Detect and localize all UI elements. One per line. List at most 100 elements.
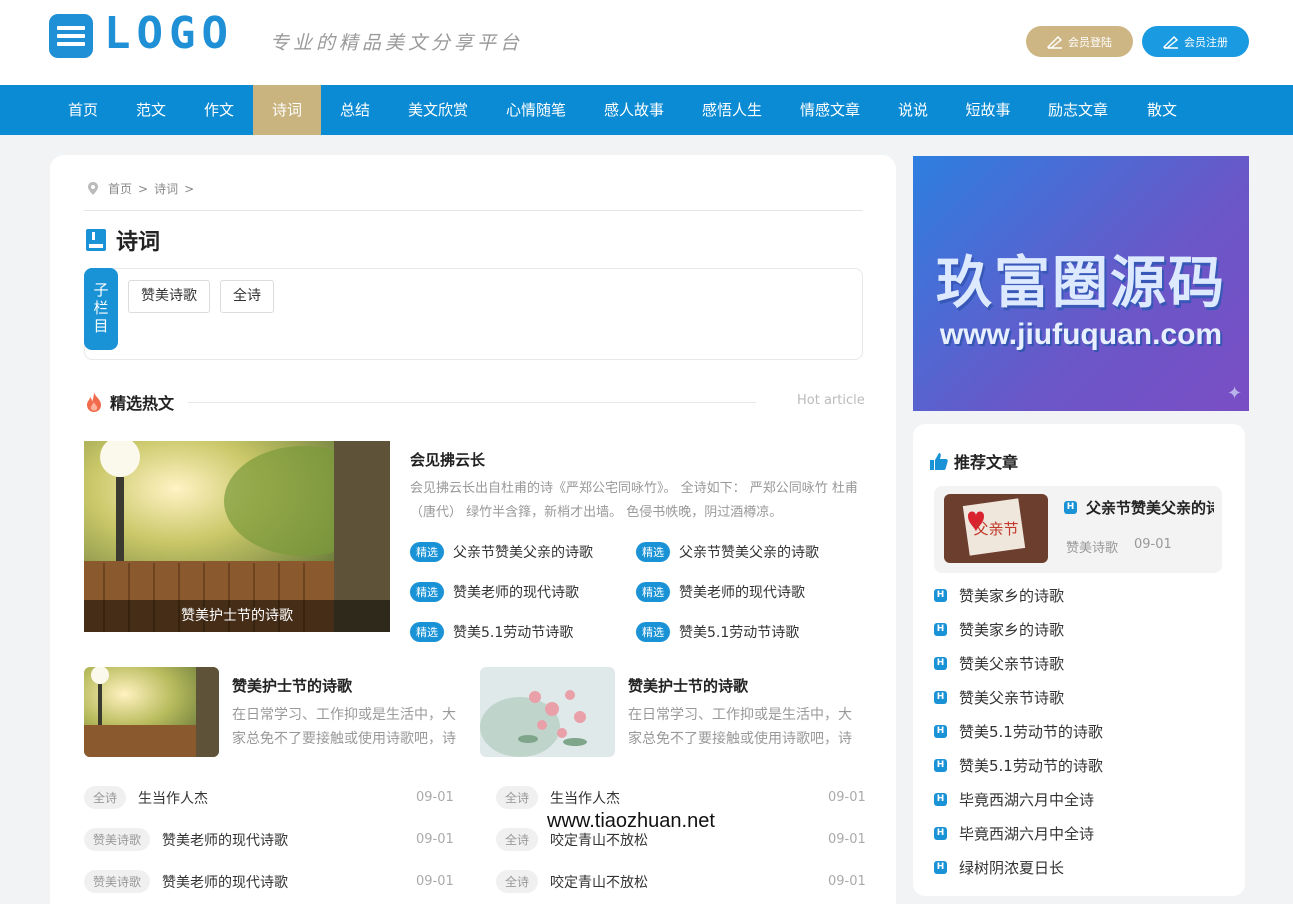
list-item-date: 09-01 bbox=[416, 874, 454, 889]
nav-item-shuoshuo[interactable]: 说说 bbox=[884, 85, 942, 135]
recommend-item-title: 赞美父亲节诗歌 bbox=[959, 655, 1065, 673]
hot-badge-icon: H bbox=[934, 793, 947, 806]
list-item-date: 09-01 bbox=[828, 790, 866, 805]
recommend-item[interactable]: H 赞美父亲节诗歌 bbox=[934, 653, 1064, 674]
pen-icon bbox=[1163, 35, 1179, 49]
nav-item-meiwen[interactable]: 美文欣赏 bbox=[398, 85, 478, 135]
recommend-item[interactable]: H 赞美家乡的诗歌 bbox=[934, 585, 1064, 606]
recommend-featured-image-text: 父亲节 bbox=[973, 520, 1018, 538]
recommend-item-title: 毕竟西湖六月中全诗 bbox=[959, 791, 1095, 809]
recommend-item-title: 赞美家乡的诗歌 bbox=[959, 621, 1065, 639]
mini-article-title[interactable]: 赞美护士节的诗歌 bbox=[232, 675, 352, 696]
recommend-item[interactable]: H 赞美5.1劳动节的诗歌 bbox=[934, 721, 1103, 742]
list-item-category[interactable]: 赞美诗歌 bbox=[84, 870, 151, 893]
list-item-category[interactable]: 全诗 bbox=[496, 786, 539, 809]
nav-item-shici[interactable]: 诗词 bbox=[253, 85, 321, 135]
ad-banner[interactable]: 玖富圈源码 www.jiufuquan.com bbox=[913, 156, 1249, 411]
recommend-item[interactable]: H 赞美父亲节诗歌 bbox=[934, 687, 1064, 708]
pick-title: 赞美5.1劳动节诗歌 bbox=[679, 625, 800, 641]
breadcrumb-home[interactable]: 首页 bbox=[108, 180, 132, 197]
nav-item-zongjie[interactable]: 总结 bbox=[326, 85, 384, 135]
nav-item-fanwen[interactable]: 范文 bbox=[122, 85, 180, 135]
nav-item-qinggan[interactable]: 情感文章 bbox=[790, 85, 870, 135]
recommend-featured-meta: 赞美诗歌 09-01 bbox=[1066, 537, 1172, 556]
breadcrumb-tail: > bbox=[184, 181, 195, 196]
list-item[interactable]: 全诗 生当作人杰 bbox=[496, 786, 620, 809]
recommend-item[interactable]: H 毕竟西湖六月中全诗 bbox=[934, 789, 1094, 810]
pick-item[interactable]: 精选 赞美5.1劳动节诗歌 bbox=[636, 622, 799, 642]
nav-item-xinqing[interactable]: 心情随笔 bbox=[496, 85, 576, 135]
recommend-featured-title-row[interactable]: H 父亲节赞美父亲的诗歌 bbox=[1064, 497, 1214, 518]
list-item[interactable]: 赞美诗歌 赞美老师的现代诗歌 bbox=[84, 870, 288, 893]
hot-section-header: 精选热文 bbox=[86, 390, 174, 414]
pick-tag: 精选 bbox=[636, 582, 670, 602]
recommend-title: 推荐文章 bbox=[954, 453, 1019, 472]
hot-badge-icon: H bbox=[934, 725, 947, 738]
hot-badge-icon: H bbox=[934, 691, 947, 704]
banner-title: 玖富圈源码 bbox=[936, 251, 1226, 316]
pick-item[interactable]: 精选 赞美老师的现代诗歌 bbox=[636, 582, 805, 602]
list-item[interactable]: 全诗 生当作人杰 bbox=[84, 786, 208, 809]
mini-article-title[interactable]: 赞美护士节的诗歌 bbox=[628, 675, 748, 696]
featured-article-caption[interactable]: 赞美护士节的诗歌 bbox=[84, 600, 390, 632]
list-item[interactable]: 赞美诗歌 赞美老师的现代诗歌 bbox=[84, 828, 288, 851]
list-item[interactable]: 全诗 咬定青山不放松 bbox=[496, 870, 648, 893]
mini-article-desc: 在日常学习、工作抑或是生活中，大家总免不了要接触或使用诗歌吧，诗歌是一种抒情言志… bbox=[628, 707, 852, 747]
register-button[interactable]: 会员注册 bbox=[1142, 26, 1249, 57]
logo-icon[interactable] bbox=[49, 14, 93, 58]
recommend-featured-category[interactable]: 赞美诗歌 bbox=[1066, 537, 1118, 556]
logo-text[interactable]: LOGO bbox=[104, 8, 234, 59]
divider bbox=[188, 402, 756, 403]
hot-badge-icon: H bbox=[934, 759, 947, 772]
featured-article-title[interactable]: 会见拂云长 bbox=[410, 449, 485, 470]
nav-item-lizhi[interactable]: 励志文章 bbox=[1038, 85, 1118, 135]
pick-item[interactable]: 精选 赞美5.1劳动节诗歌 bbox=[410, 622, 573, 642]
list-item-category[interactable]: 全诗 bbox=[496, 828, 539, 851]
nav-item-home[interactable]: 首页 bbox=[54, 85, 112, 135]
nav-item-ganren[interactable]: 感人故事 bbox=[594, 85, 674, 135]
list-item-category[interactable]: 赞美诗歌 bbox=[84, 828, 151, 851]
pick-title: 赞美老师的现代诗歌 bbox=[679, 585, 805, 601]
recommend-item[interactable]: H 绿树阴浓夏日长 bbox=[934, 857, 1064, 878]
breadcrumb-current[interactable]: 诗词 bbox=[154, 180, 178, 197]
mini-article-image[interactable] bbox=[480, 667, 615, 757]
login-label: 会员登陆 bbox=[1068, 35, 1112, 49]
hot-section-title: 精选热文 bbox=[110, 394, 175, 413]
list-item-category[interactable]: 全诗 bbox=[496, 870, 539, 893]
recommend-item[interactable]: H 赞美5.1劳动节的诗歌 bbox=[934, 755, 1103, 776]
divider bbox=[84, 210, 863, 211]
login-button[interactable]: 会员登陆 bbox=[1026, 26, 1133, 57]
recommend-item[interactable]: H 赞美家乡的诗歌 bbox=[934, 619, 1064, 640]
nav-item-sanwen[interactable]: 散文 bbox=[1133, 85, 1191, 135]
nav-item-duangushi[interactable]: 短故事 bbox=[953, 85, 1023, 135]
hot-badge-icon: H bbox=[1064, 501, 1077, 514]
list-item-title: 生当作人杰 bbox=[138, 790, 209, 807]
list-item-title: 赞美老师的现代诗歌 bbox=[162, 874, 289, 891]
pick-tag: 精选 bbox=[410, 622, 444, 642]
nav-item-zuowen[interactable]: 作文 bbox=[190, 85, 248, 135]
recommend-featured-image[interactable]: 父亲节 bbox=[944, 494, 1048, 563]
pick-item[interactable]: 精选 父亲节赞美父亲的诗歌 bbox=[636, 542, 819, 562]
featured-article-desc: 会见拂云长出自杜甫的诗《严郑公宅同咏竹》。 全诗如下： 严郑公同咏竹 杜甫（唐代… bbox=[410, 481, 858, 520]
pick-title: 赞美5.1劳动节诗歌 bbox=[453, 625, 574, 641]
recommend-featured-date: 09-01 bbox=[1134, 537, 1172, 552]
hot-badge-icon: H bbox=[934, 589, 947, 602]
pick-item[interactable]: 精选 赞美老师的现代诗歌 bbox=[410, 582, 579, 602]
pick-tag: 精选 bbox=[410, 582, 444, 602]
location-pin-icon bbox=[88, 182, 98, 195]
list-item-category[interactable]: 全诗 bbox=[84, 786, 127, 809]
list-item-title: 咬定青山不放松 bbox=[550, 874, 649, 891]
recommend-item[interactable]: H 毕竟西湖六月中全诗 bbox=[934, 823, 1094, 844]
recommend-item-title: 赞美父亲节诗歌 bbox=[959, 689, 1065, 707]
list-item-date: 09-01 bbox=[828, 874, 866, 889]
subcolumn-link[interactable]: 全诗 bbox=[220, 280, 274, 313]
pick-item[interactable]: 精选 父亲节赞美父亲的诗歌 bbox=[410, 542, 593, 562]
list-item-title: 赞美老师的现代诗歌 bbox=[162, 832, 289, 849]
pick-tag: 精选 bbox=[636, 542, 670, 562]
pick-tag: 精选 bbox=[410, 542, 444, 562]
list-item-title: 生当作人杰 bbox=[550, 790, 621, 807]
pick-title: 父亲节赞美父亲的诗歌 bbox=[679, 545, 819, 561]
mini-article-image[interactable] bbox=[84, 667, 219, 757]
nav-item-ganwu[interactable]: 感悟人生 bbox=[692, 85, 772, 135]
subcolumn-link[interactable]: 赞美诗歌 bbox=[128, 280, 210, 313]
